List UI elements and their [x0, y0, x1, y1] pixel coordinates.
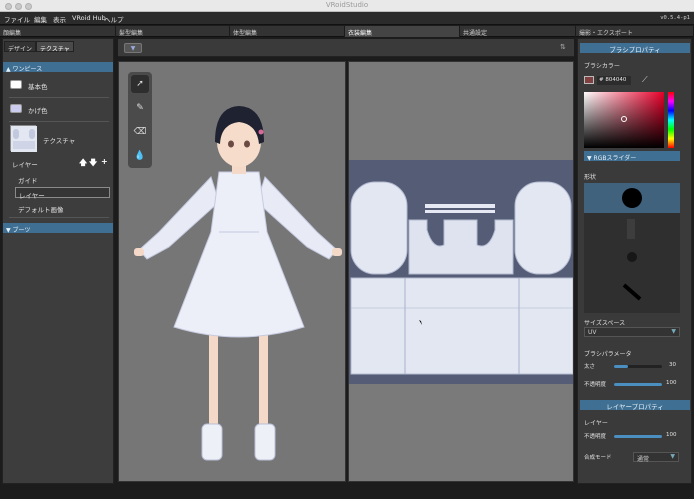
brush-color-hex-input[interactable]: # 804040 [597, 76, 631, 85]
character-model [134, 106, 342, 461]
color-picker-cursor[interactable] [621, 116, 627, 122]
right-panel: ブラシプロパティ ブラシカラー # 804040 ⟋ ▼ RGBスライダー 形状… [577, 38, 692, 484]
section-onepiece[interactable]: ▲ ワンピース [3, 62, 113, 73]
size-space-label: サイズスペース [584, 320, 626, 327]
texture-editor-2d[interactable] [348, 61, 574, 482]
shape-label: 形状 [584, 174, 597, 181]
thickness-value: 30 [669, 362, 676, 368]
tab-outfit-edit[interactable]: 衣装編集 [345, 26, 460, 37]
layer-opacity-label: 不透明度 [584, 434, 607, 440]
subtab-design[interactable]: デザイン [4, 41, 37, 53]
opacity-value: 100 [666, 380, 677, 386]
base-color-swatch[interactable] [10, 80, 22, 89]
layer-move-down-icon[interactable]: 🡇 [89, 157, 97, 171]
layer-properties-header: レイヤープロパティ [580, 400, 690, 411]
brush-color-swatch[interactable] [584, 76, 594, 84]
tab-common-settings[interactable]: 共通設定 [460, 26, 576, 37]
hue-slider[interactable] [668, 92, 674, 148]
blend-mode-value: 通常 [637, 456, 650, 463]
size-space-dropdown[interactable]: UV ▼ [584, 327, 680, 337]
shadow-color-swatch[interactable] [10, 104, 22, 113]
opacity-label: 不透明度 [584, 382, 607, 388]
section-boots[interactable]: ▼ ブーツ [3, 223, 113, 234]
brush-params-label: ブラシパラメータ [584, 351, 632, 358]
blend-mode-dropdown[interactable]: 通常 ▼ [633, 452, 679, 463]
blend-mode-label: 合成モード [584, 455, 612, 461]
opacity-slider-fill [614, 383, 662, 386]
thickness-label: 太さ [584, 364, 596, 370]
uv-texture-canvas[interactable] [349, 160, 574, 384]
layer-item-default-image[interactable]: デフォルト画像 [15, 202, 110, 214]
shadow-color-label: かげ色 [28, 107, 48, 115]
shadow-color-row[interactable]: かげ色 [3, 101, 113, 119]
menu-file[interactable]: ファイル [4, 14, 30, 24]
divider [9, 121, 109, 122]
tab-body-edit[interactable]: 体型編集 [230, 26, 345, 37]
brush-color-label: ブラシカラー [584, 63, 620, 70]
divider [9, 217, 109, 218]
layer-item-guide[interactable]: ガイド [15, 173, 110, 185]
menu-bar: ファイル 編集 表示 VRoid Hub ヘルプ v0.5.4-p1 [0, 12, 694, 25]
chevron-down-icon: ▼ [671, 328, 676, 335]
size-space-value: UV [588, 329, 597, 336]
brush-shape-selected[interactable] [584, 183, 680, 213]
mode-tabs: 顔編集 髪型編集 体型編集 衣装編集 共通設定 撮影・エクスポート [0, 26, 694, 37]
uv-layout-image [350, 181, 574, 375]
version-label: v0.5.4-p1 [660, 15, 690, 21]
menu-edit[interactable]: 編集 [34, 14, 47, 24]
menu-help[interactable]: ヘルプ [104, 14, 124, 24]
layer-label: レイヤー [584, 420, 608, 427]
left-panel: デザイン テクスチャ ▲ ワンピース 基本色 かげ色 テクスチャ レイヤー 🡅 … [2, 38, 114, 484]
menu-vroid-hub[interactable]: VRoid Hub [72, 14, 106, 22]
view-toolbar [118, 39, 574, 57]
chevron-down-icon: ▼ [670, 453, 675, 460]
opacity-slider[interactable] [614, 383, 662, 386]
tab-hair-edit[interactable]: 髪型編集 [116, 26, 230, 37]
layer-opacity-slider-fill [614, 435, 662, 438]
rgb-slider-toggle[interactable]: ▼ RGBスライダー [584, 151, 680, 162]
layer-add-icon[interactable]: + [101, 157, 108, 166]
brush-properties-header: ブラシプロパティ [580, 43, 690, 54]
window-title: VRoidStudio [325, 1, 369, 9]
brush-shapes-icon [622, 219, 642, 301]
brush-shape-list[interactable] [584, 183, 680, 313]
thickness-slider-fill [614, 365, 629, 368]
eyedropper-icon[interactable]: ⟋ [642, 75, 648, 85]
base-color-row[interactable]: 基本色 [3, 77, 113, 95]
divider [9, 97, 109, 98]
texture-thumbnail-image [11, 126, 37, 152]
layer-move-up-icon[interactable]: 🡅 [79, 157, 87, 171]
left-subtabs: デザイン テクスチャ [3, 41, 115, 53]
menu-view[interactable]: 表示 [53, 14, 66, 24]
swap-views-icon[interactable]: ⇅ [560, 43, 566, 51]
layer-item-layer[interactable]: レイヤー [15, 187, 110, 200]
brush-round-hard-icon [622, 188, 642, 208]
texture-label: テクスチャ [43, 137, 76, 145]
layer-section-title: レイヤー [12, 161, 38, 169]
layer-opacity-value: 100 [666, 432, 677, 438]
tab-face-edit[interactable]: 顔編集 [0, 26, 116, 37]
viewport-3d[interactable]: ➚ ✎ ⌫ 💧 [118, 61, 346, 482]
texture-thumbnail[interactable] [10, 125, 37, 152]
layer-opacity-slider[interactable] [614, 435, 662, 438]
subtab-texture[interactable]: テクスチャ [36, 41, 74, 53]
title-bar: VRoidStudio [0, 0, 694, 12]
view-dropdown-button[interactable]: ▼ [124, 43, 142, 53]
thickness-slider[interactable] [614, 365, 662, 368]
base-color-label: 基本色 [28, 83, 48, 91]
tab-photo-export[interactable]: 撮影・エクスポート [576, 26, 694, 37]
